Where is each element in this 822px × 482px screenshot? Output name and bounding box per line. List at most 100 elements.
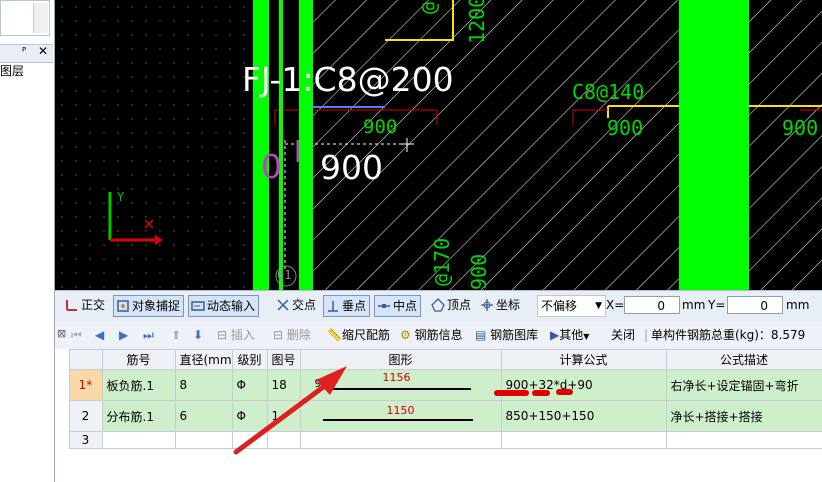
hook-label: 90 — [314, 377, 329, 390]
insert-button[interactable]: ⊟ 插入 — [217, 325, 255, 345]
y-value: 0 — [760, 299, 768, 313]
dimension-right-a: 900 — [607, 116, 644, 140]
pin-icon[interactable]: ᴾ — [22, 45, 26, 58]
cell-figure-no[interactable] — [266, 431, 301, 449]
rebar-library-button[interactable]: ▤ 钢筋图库 — [475, 325, 538, 345]
object-snap-button[interactable]: 对象捕捉 — [113, 295, 185, 317]
table-row[interactable]: 2 分布筋.1 6 Φ 1 1150 850+150+150 净长+搭接+搭接 — [55, 400, 822, 432]
cell-rebar-no[interactable] — [101, 431, 176, 449]
vertex-label: 顶点 — [447, 298, 472, 312]
close-label: 关闭 — [611, 328, 636, 342]
cell-description[interactable]: 净长+搭接+搭接 — [665, 400, 822, 432]
table-row[interactable]: 1* 板负筋.1 8 Φ 18 90 1156 900+32*d+90 右净长+… — [55, 369, 822, 401]
row-index[interactable]: 3 — [68, 431, 103, 449]
scale-rebar-button[interactable]: 📏缩尺配筋 — [327, 325, 390, 345]
ortho-icon — [66, 300, 77, 311]
delete-button[interactable]: ⊟ 删除 — [273, 325, 311, 345]
row-index[interactable]: 2 — [68, 400, 103, 432]
intersection-button[interactable]: 交点 — [274, 295, 316, 315]
ortho-button[interactable]: 正交 — [63, 295, 105, 315]
rebar-main-label: FJ-1:C8@200 — [242, 60, 454, 99]
scale-rebar-icon: 📏 — [327, 328, 342, 342]
rebar-library-icon: ▤ — [475, 328, 487, 342]
offset-mode-dropdown[interactable]: 不偏移 ▼ — [537, 295, 606, 317]
panel-close-icon[interactable]: ⊠ — [57, 324, 66, 344]
coordinate-button[interactable]: 坐标 — [478, 295, 520, 315]
move-up-icon[interactable]: ⬆ — [171, 325, 181, 345]
other-icon: ▶ — [550, 328, 560, 342]
rebar-toolbar: ⊠ ⏮ ◀ ▶ ⏭ ⬆ ⬇ ⊟ 插入 ⊟ 删除 📏缩尺配筋 ⚙ 钢筋信息 ▤ 钢… — [55, 321, 822, 350]
header-rebar-no[interactable]: 筋号 — [101, 349, 176, 370]
cell-diameter[interactable] — [174, 431, 233, 449]
rebar-library-label: 钢筋图库 — [490, 328, 539, 342]
left-panel: ᴾ ✕ 图层 — [0, 0, 55, 482]
axis-y-label: Y — [117, 190, 125, 204]
cell-figure-no[interactable]: 18 — [266, 369, 301, 401]
cell-rebar-no[interactable]: 分布筋.1 — [101, 400, 176, 432]
layer-list-box[interactable] — [0, 0, 50, 36]
cell-shape[interactable]: 1150 — [299, 400, 502, 432]
x-coordinate-input[interactable]: 0 — [624, 296, 680, 314]
y-label: Y= — [708, 298, 726, 312]
object-snap-label: 对象捕捉 — [132, 299, 181, 313]
cell-figure-no[interactable]: 1 — [266, 400, 301, 432]
cad-drawing-area[interactable]: FJ-1:C8@200 900 900 0 C8@140 900 900 @17… — [55, 0, 822, 290]
last-record-icon[interactable]: ⏭ — [143, 325, 154, 345]
midpoint-button[interactable]: 中点 — [374, 295, 422, 317]
header-figure-no[interactable]: 图号 — [266, 349, 301, 370]
header-formula[interactable]: 计算公式 — [500, 349, 667, 370]
cell-diameter[interactable]: 6 — [174, 400, 233, 432]
green-beam-right — [679, 0, 749, 290]
table-row[interactable]: 3 — [55, 431, 822, 449]
close-button[interactable]: 关闭 — [611, 325, 635, 345]
cell-rebar-no[interactable]: 板负筋.1 — [101, 369, 176, 401]
y-coordinate-input[interactable]: 0 — [727, 296, 783, 314]
rebar-info-button[interactable]: ⚙ 钢筋信息 — [400, 325, 463, 345]
vertex-button[interactable]: 顶点 — [429, 295, 471, 315]
cell-formula[interactable]: 900+32*d+90 — [500, 369, 667, 401]
grid-left-gutter — [55, 349, 69, 370]
header-grade[interactable]: 级别 — [231, 349, 268, 370]
cell-formula[interactable]: 850+150+150 — [500, 400, 667, 432]
dimension-top: 900 — [363, 116, 398, 138]
shape-length: 1156 — [382, 371, 411, 384]
cell-grade[interactable]: Φ — [231, 400, 268, 432]
cell-grade[interactable] — [231, 431, 268, 449]
next-record-icon[interactable]: ▶ — [119, 325, 128, 345]
close-icon[interactable]: ✕ — [38, 44, 48, 58]
header-shape[interactable]: 图形 — [299, 349, 502, 370]
previous-record-icon[interactable]: ◀ — [95, 325, 104, 345]
dynamic-input-icon — [191, 301, 205, 311]
midpoint-icon — [378, 304, 390, 308]
first-record-icon[interactable]: ⏮ — [71, 325, 82, 345]
dynamic-input-button[interactable]: 动态输入 — [188, 295, 260, 317]
cell-shape[interactable] — [299, 431, 502, 449]
grid-left-gutter — [55, 400, 69, 432]
vertical-dimension-top: 1200 — [465, 0, 489, 44]
row-index[interactable]: 1* — [68, 369, 103, 401]
rebar-table: 筋号 直径(mm) 级别 图号 图形 计算公式 公式描述 1* 板负筋.1 8 … — [55, 349, 822, 449]
grid-left-gutter — [55, 369, 69, 401]
move-down-icon[interactable]: ⬇ — [193, 325, 203, 345]
perpendicular-button[interactable]: 垂点 — [323, 295, 371, 317]
layer-panel-label: 图层 — [0, 64, 25, 78]
cell-shape[interactable]: 90 1156 — [299, 369, 502, 401]
dimension-right-b: 900 — [782, 116, 819, 140]
header-diameter[interactable]: 直径(mm) — [174, 349, 233, 370]
vertical-label-top: @170 — [417, 0, 441, 14]
cell-description[interactable]: 右净长+设定锚固+弯折 — [665, 369, 822, 401]
delete-label: 删除 — [286, 328, 311, 342]
x-unit: mm — [682, 298, 706, 312]
header-description[interactable]: 公式描述 — [665, 349, 822, 370]
other-menu-button[interactable]: ▶其他▼ — [550, 325, 589, 345]
cell-description[interactable] — [665, 431, 822, 449]
cell-grade[interactable]: Φ — [231, 369, 268, 401]
snap-toolbar: 正交 对象捕捉 动态输入 交点 垂点 中点 顶点 坐标 不偏移 ▼ X= 0 mm… — [55, 290, 822, 322]
rebar-grid[interactable]: 筋号 直径(mm) 级别 图号 图形 计算公式 公式描述 1* 板负筋.1 8 … — [55, 349, 822, 482]
vertical-dimension-bottom: 900 — [467, 253, 491, 290]
layer-list-scrollbar[interactable] — [33, 3, 48, 33]
cell-diameter[interactable]: 8 — [174, 369, 233, 401]
cell-formula[interactable] — [500, 431, 667, 449]
offset-mode-value: 不偏移 — [541, 299, 578, 313]
dimension-big: 900 — [320, 148, 383, 187]
